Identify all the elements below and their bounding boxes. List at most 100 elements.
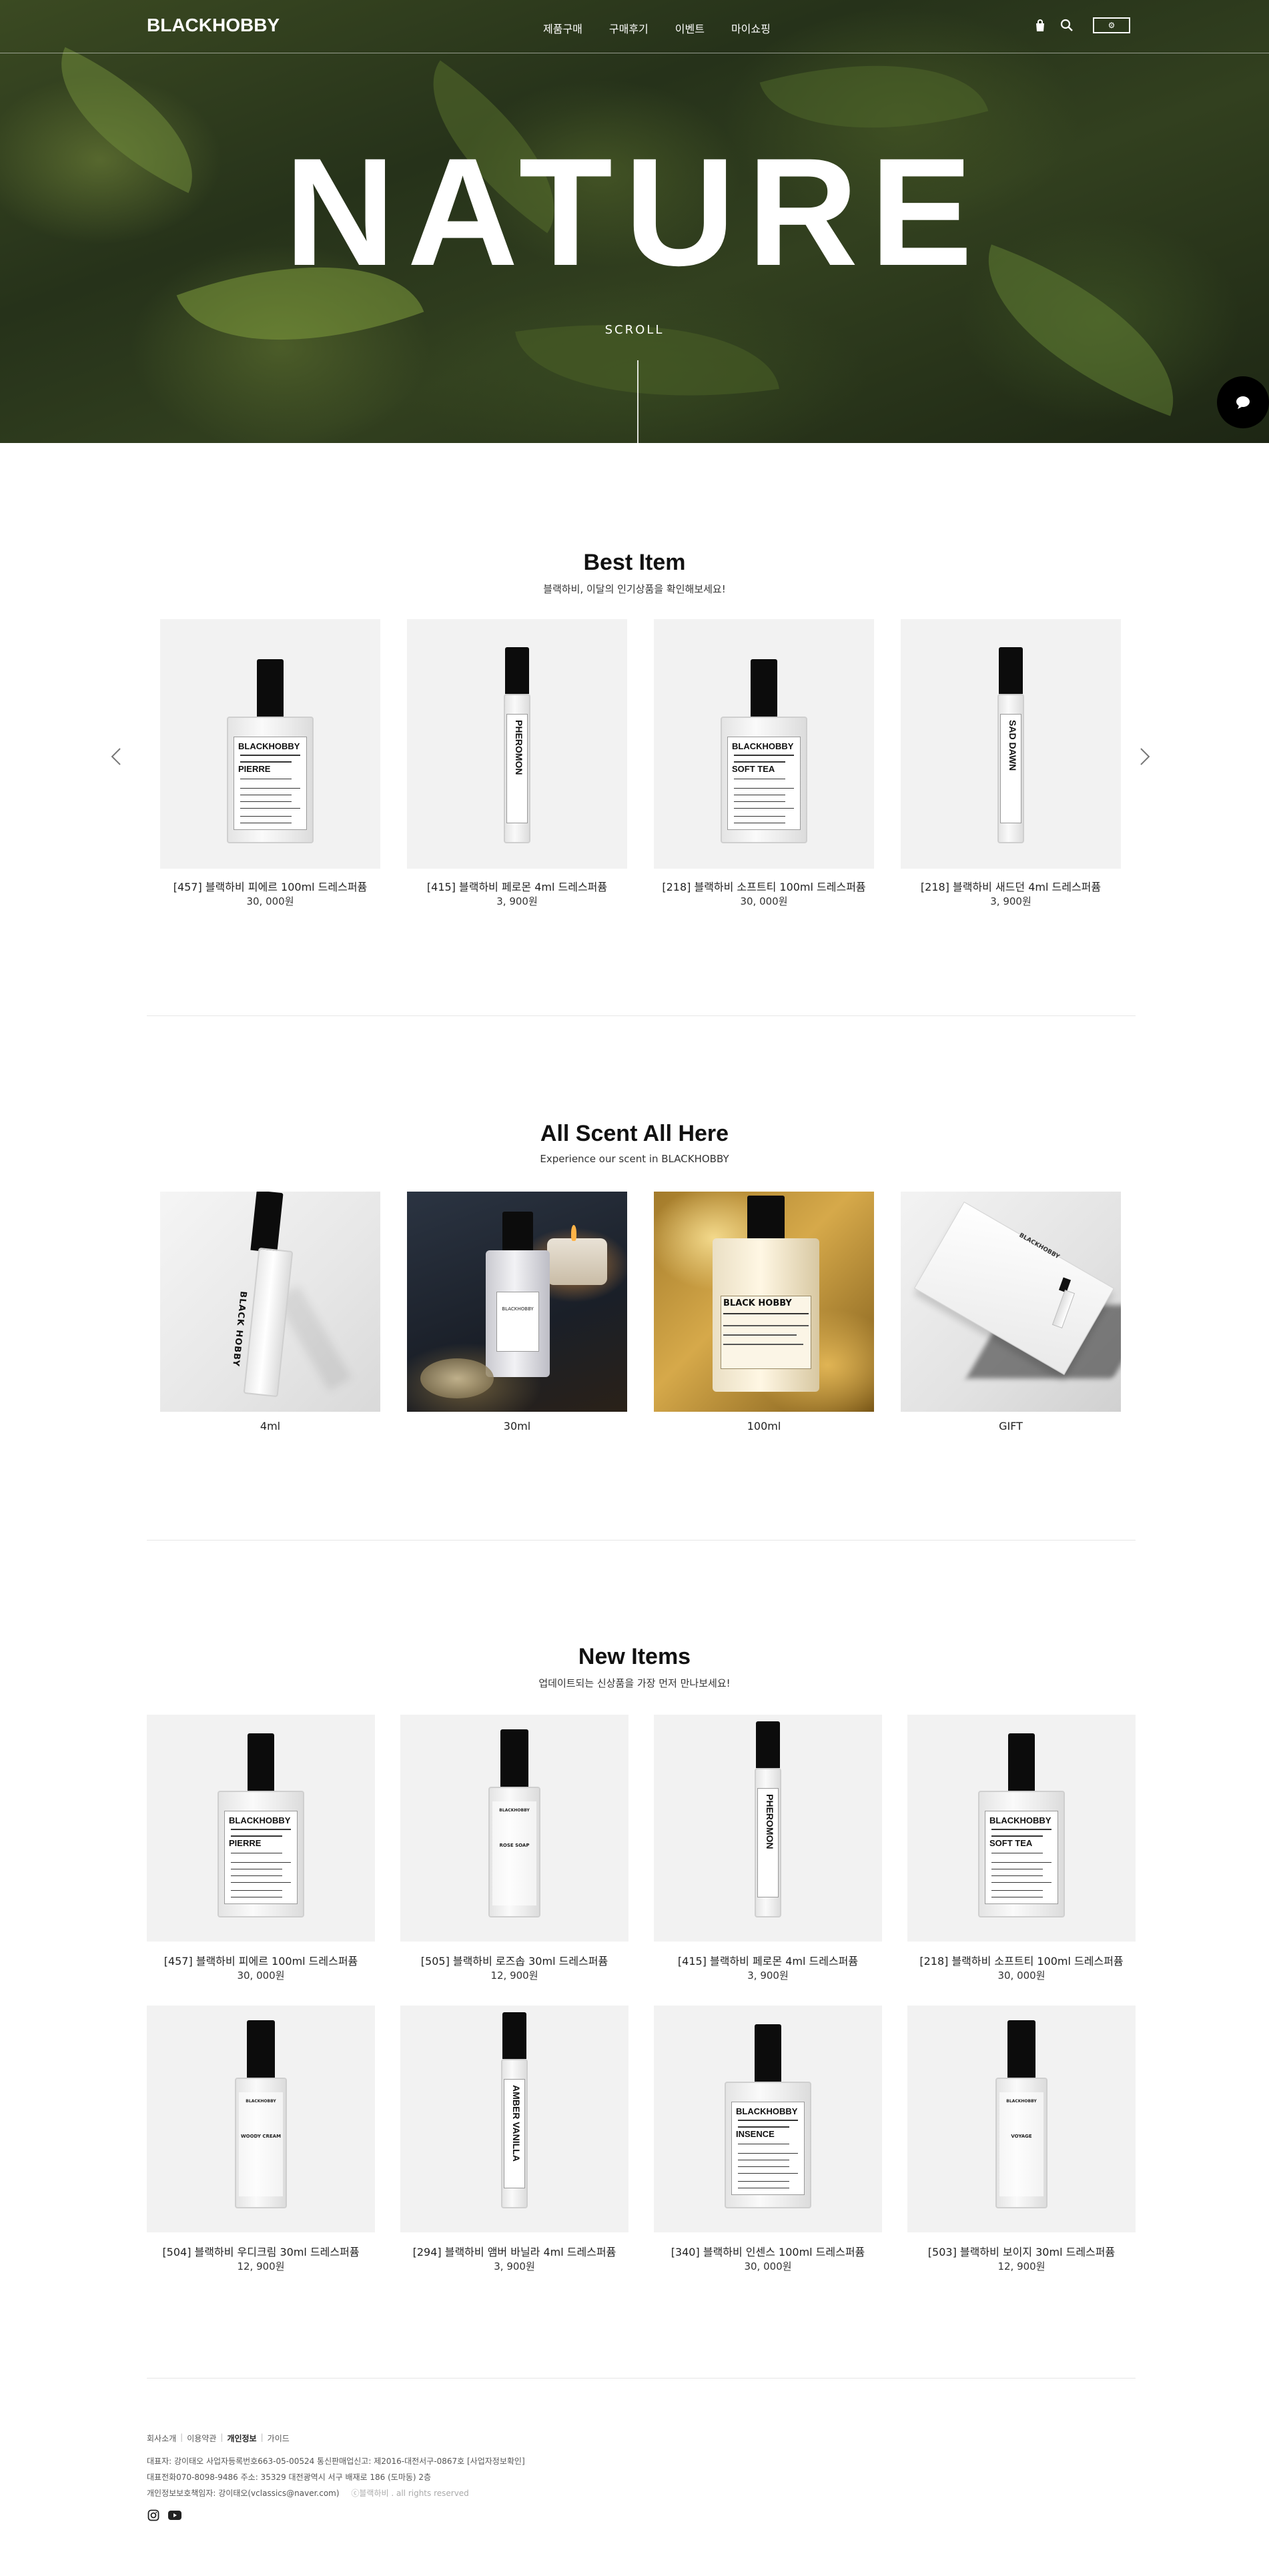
product-card[interactable]: BLACKHOBBY PIERRE [457] 블랙하비 피에르 100ml 드레스…: [147, 1715, 375, 1988]
product-image: BLACKHOBBY INSENCE: [654, 2006, 882, 2232]
bottle-brand-text: BLACKHOBBY: [732, 741, 794, 751]
chat-button[interactable]: [1217, 376, 1269, 428]
product-image: BLACKHOBBY SOFT TEA: [654, 619, 874, 869]
product-image: BLACKHOBBY SOFT TEA: [907, 1715, 1136, 1942]
bottle-scent-name: PIERRE: [229, 1838, 262, 1848]
scroll-indicator-line: [637, 360, 639, 443]
bottle-label: BLACKHOBBY ROSE SOAP: [492, 1801, 536, 1905]
cart-bag-icon[interactable]: [1033, 18, 1047, 33]
scent-image: BLACK HOBBY: [654, 1192, 874, 1412]
hero-title: NATURE: [284, 126, 985, 298]
product-price: 30, 000원: [237, 1970, 285, 1982]
product-name[interactable]: [218] 블랙하비 새드던 4ml 드레스퍼퓸: [901, 878, 1121, 894]
product-card[interactable]: SAD DAWN [218] 블랙하비 새드던 4ml 드레스퍼퓸 3, 900원: [901, 619, 1121, 913]
footer-link-guide[interactable]: 가이드: [268, 2433, 290, 2444]
bottle-scent-name: SOFT TEA: [989, 1838, 1033, 1848]
product-name[interactable]: [340] 블랙하비 인센스 100ml 드레스퍼퓸: [654, 2243, 882, 2259]
product-card[interactable]: BLACKHOBBY INSENCE [340] 블랙하비 인센스 100ml 드레…: [654, 2006, 882, 2279]
perfume-bottle: BLACKHOBBY VOYAGE: [995, 2020, 1047, 2208]
menu-item-myshopping[interactable]: 마이쇼핑: [731, 20, 771, 36]
section-divider: [147, 1540, 1136, 1541]
product-image: BLACKHOBBY VOYAGE: [907, 2006, 1136, 2232]
bottle-brand-text: BLACKHOBBY: [229, 1815, 291, 1825]
footer-copyright: ⓒ블랙하비 . all rights reserved: [351, 2489, 469, 2498]
bottle-scent-name: INSENCE: [736, 2129, 775, 2139]
perfume-bottle: BLACKHOBBY INSENCE: [725, 2024, 811, 2208]
footer-link-terms[interactable]: 이용약관: [187, 2433, 216, 2444]
bottle-scent-name: SAD DAWN: [1007, 720, 1018, 771]
search-icon[interactable]: [1060, 18, 1074, 33]
scent-card-4ml[interactable]: BLACK HOBBY 4ml: [160, 1192, 380, 1438]
product-price: 12, 900원: [490, 1970, 538, 1982]
bottle-label: BLACKHOBBY INSENCE: [731, 2102, 805, 2195]
perfume-bottle: BLACKHOBBY WOODY CREAM: [235, 2020, 287, 2208]
language-button[interactable]: ⚙: [1093, 17, 1130, 33]
scroll-label[interactable]: SCROLL: [0, 323, 1269, 337]
instagram-icon[interactable]: [147, 2509, 160, 2522]
bottle-label: AMBER VANILLA: [504, 2079, 525, 2188]
bottle-label: BLACKHOBBY SOFT TEA: [985, 1811, 1058, 1904]
scent-image: BLACKHOBBY: [901, 1192, 1121, 1412]
footer-links: 회사소개 | 이용약관 | 개인정보 | 가이드: [147, 2433, 290, 2444]
scent-label: 4ml: [260, 1420, 281, 1432]
product-card[interactable]: PHEROMON [415] 블랙하비 페로몬 4ml 드레스퍼퓸 3, 900원: [654, 1715, 882, 1988]
product-card[interactable]: BLACKHOBBY SOFT TEA [218] 블랙하비 소프트티 100ml …: [907, 1715, 1136, 1988]
bottle-scent-name: VOYAGE: [1011, 2134, 1032, 2139]
footer-link-company[interactable]: 회사소개: [147, 2433, 176, 2444]
product-image: BLACKHOBBY WOODY CREAM: [147, 2006, 375, 2232]
scent-bottle-text: BLACKHOBBY: [502, 1306, 534, 1312]
main-menu: 제품구매 구매후기 이벤트 마이쇼핑: [543, 20, 771, 36]
section-divider: [147, 2378, 1136, 2379]
product-name[interactable]: [503] 블랙하비 보이지 30ml 드레스퍼퓸: [907, 2243, 1136, 2259]
scent-bottle-text: BLACK HOBBY: [723, 1298, 792, 1308]
bottle-label: PHEROMON: [757, 1788, 779, 1897]
scent-section-subtitle: Experience our scent in BLACKHOBBY: [540, 1153, 729, 1165]
menu-item-buy[interactable]: 제품구매: [543, 20, 582, 36]
product-name[interactable]: [294] 블랙하비 앰버 바닐라 4ml 드레스퍼퓸: [400, 2243, 628, 2259]
product-name[interactable]: [505] 블랙하비 로즈솝 30ml 드레스퍼퓸: [400, 1952, 628, 1968]
product-name[interactable]: [457] 블랙하비 피에르 100ml 드레스퍼퓸: [160, 878, 380, 894]
footer-link-privacy[interactable]: 개인정보: [227, 2433, 256, 2444]
scent-bottle-text: BLACK HOBBY: [230, 1290, 248, 1368]
bottle-label: BLACKHOBBY PIERRE: [234, 737, 307, 830]
scent-card-30ml[interactable]: BLACKHOBBY 30ml: [407, 1192, 627, 1438]
product-name[interactable]: [218] 블랙하비 소프트티 100ml 드레스퍼퓸: [654, 878, 874, 894]
product-name[interactable]: [415] 블랙하비 페로몬 4ml 드레스퍼퓸: [654, 1952, 882, 1968]
product-price: 3, 900원: [747, 1970, 789, 1982]
product-name[interactable]: [218] 블랙하비 소프트티 100ml 드레스퍼퓸: [907, 1952, 1136, 1968]
product-image: BLACKHOBBY ROSE SOAP: [400, 1715, 628, 1942]
bottle-label: BLACKHOBBY SOFT TEA: [727, 737, 801, 830]
menu-item-events[interactable]: 이벤트: [675, 20, 705, 36]
menu-item-reviews[interactable]: 구매후기: [609, 20, 649, 36]
product-card[interactable]: PHEROMON [415] 블랙하비 페로몬 4ml 드레스퍼퓸 3, 900원: [407, 619, 627, 913]
chevron-right-icon[interactable]: [1134, 743, 1154, 770]
perfume-bottle: BLACKHOBBY SOFT TEA: [978, 1733, 1065, 1917]
chevron-left-icon[interactable]: [107, 743, 127, 770]
product-price: 3, 900원: [494, 2260, 535, 2272]
chat-bubble-icon: [1236, 396, 1250, 409]
site-logo[interactable]: BLACKHOBBY: [147, 15, 280, 36]
leaf-decoration: [515, 296, 779, 424]
product-card[interactable]: BLACKHOBBY VOYAGE [503] 블랙하비 보이지 30ml 드레스퍼…: [907, 2006, 1136, 2279]
scent-card-gift[interactable]: BLACKHOBBY GIFT: [901, 1192, 1121, 1438]
product-image: BLACKHOBBY PIERRE: [147, 1715, 375, 1942]
product-name[interactable]: [504] 블랙하비 우디크림 30ml 드레스퍼퓸: [147, 2243, 375, 2259]
bottle-brand-text: BLACKHOBBY: [238, 741, 300, 751]
product-card[interactable]: BLACKHOBBY SOFT TEA [218] 블랙하비 소프트티 100ml …: [654, 619, 874, 913]
product-name[interactable]: [457] 블랙하비 피에르 100ml 드레스퍼퓸: [147, 1952, 375, 1968]
product-card[interactable]: BLACKHOBBY PIERRE [457] 블랙하비 피에르 100ml 드레스…: [160, 619, 380, 913]
product-card[interactable]: AMBER VANILLA [294] 블랙하비 앰버 바닐라 4ml 드레스퍼퓸…: [400, 2006, 628, 2279]
product-image: SAD DAWN: [901, 619, 1121, 869]
bottle-label: BLACKHOBBY WOODY CREAM: [239, 2092, 283, 2196]
bottle-brand-text: BLACKHOBBY: [989, 1815, 1051, 1825]
footer-business-info: 대표자: 강이태오 사업자등록번호663-05-00524 통신판매업신고: 제…: [147, 2457, 525, 2466]
bottle-scent-name: PHEROMON: [514, 720, 524, 775]
product-card[interactable]: BLACKHOBBY WOODY CREAM [504] 블랙하비 우디크림 30m…: [147, 2006, 375, 2279]
bottle-brand-text: BLACKHOBBY: [499, 1808, 530, 1813]
scent-card-100ml[interactable]: BLACK HOBBY 100ml: [654, 1192, 874, 1438]
scent-image: BLACKHOBBY: [407, 1192, 627, 1412]
product-card[interactable]: BLACKHOBBY ROSE SOAP [505] 블랙하비 로즈솝 30ml 드…: [400, 1715, 628, 1988]
youtube-icon[interactable]: [168, 2509, 181, 2522]
bottle-label: SAD DAWN: [1000, 714, 1021, 823]
product-name[interactable]: [415] 블랙하비 페로몬 4ml 드레스퍼퓸: [407, 878, 627, 894]
